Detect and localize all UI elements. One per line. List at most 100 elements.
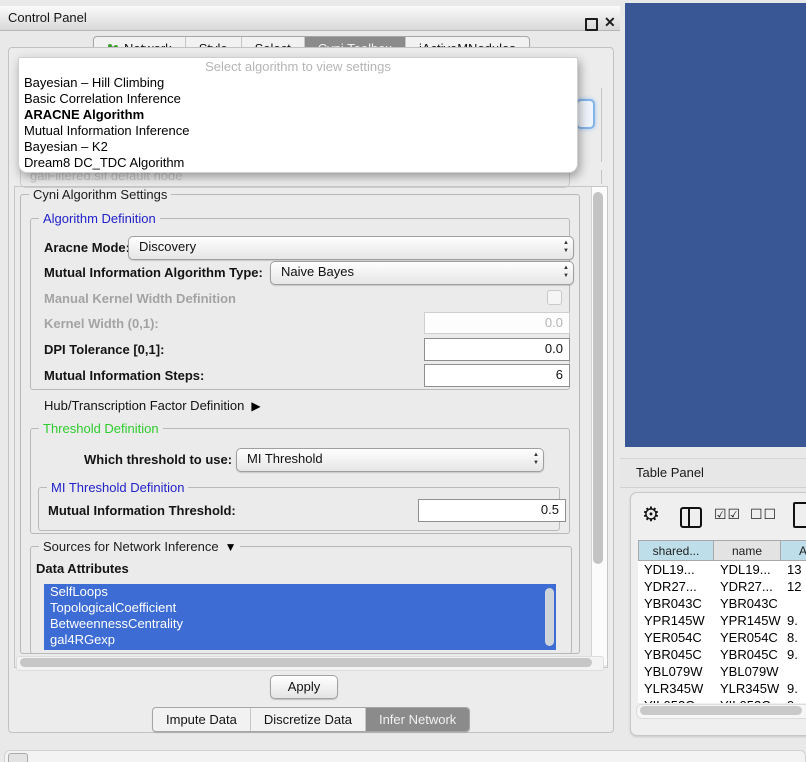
background-group-border [601,88,602,162]
table-cell: 8. [781,629,806,646]
hub-section-label: Hub/Transcription Factor Definition [44,398,244,413]
sources-title: Sources for Network Inference [43,539,219,554]
table-cell: YIL052C [638,697,714,703]
manual-kernel-width-checkbox[interactable] [547,290,562,305]
table-cell: YBL079W [638,663,714,680]
table-row[interactable]: YDL19...YDL19...13 [638,561,806,578]
deselect-all-icon[interactable]: ☐☐ [750,506,777,523]
aracne-mode-value: Discovery [139,239,196,254]
tab-label: Infer Network [379,708,456,731]
dpi-tolerance-input[interactable]: 0.0 [424,338,570,361]
column-visibility-icon[interactable] [680,507,702,528]
kernel-width-input[interactable]: 0.0 [424,312,570,334]
algorithm-option-mutual-information-inference[interactable]: Mutual Information Inference [19,123,577,139]
table-cell: YPR145W [714,612,781,629]
table-cell: YBR043C [638,595,714,612]
float-panel-icon[interactable] [585,18,598,31]
table-cell: YDR27... [714,578,781,595]
table-row[interactable]: YBR045CYBR045C9. [638,646,806,663]
table-cell: 9. [781,680,806,697]
aracne-mode-select[interactable]: Discovery ▲▼ [128,236,574,260]
table-row[interactable]: YBL079WYBL079W [638,663,806,680]
algorithm-option-list: Bayesian – Hill ClimbingBasic Correlatio… [19,75,577,171]
table-cell: 9. [781,646,806,663]
select-all-icon[interactable]: ☑☑ [714,506,741,523]
algorithm-option-dream8-dc-tdc-algorithm[interactable]: Dream8 DC_TDC Algorithm [19,155,577,171]
hub-section-toggle[interactable]: Hub/Transcription Factor Definition ▶ [44,398,261,413]
attribute-item-topologicalcoefficient[interactable]: TopologicalCoefficient [44,600,556,616]
table-header-row: shared...nameA [638,540,806,561]
table-row[interactable]: YLR345WYLR345W9. [638,680,806,697]
expanded-arrow-icon: ▼ [225,540,237,554]
table-cell: YLR345W [714,680,781,697]
group-title: MI Threshold Definition [47,480,188,495]
tab-infer-network[interactable]: Infer Network [365,708,469,731]
attribute-item-gal4rgexp[interactable]: gal4RGexp [44,632,556,648]
table-cell: YBL079W [714,663,781,680]
mi-steps-label: Mutual Information Steps: [44,368,204,383]
which-threshold-label: Which threshold to use: [84,452,232,467]
table-row[interactable]: YDR27...YDR27...12 [638,578,806,595]
attribute-item-selfloops[interactable]: SelfLoops [44,584,556,600]
table-cell: 9. [781,612,806,629]
algorithm-option-bayesian-hill-climbing[interactable]: Bayesian – Hill Climbing [19,75,577,91]
data-attributes-list[interactable]: SelfLoopsTopologicalCoefficientBetweenne… [44,584,556,650]
table-cell: YBR043C [714,595,781,612]
table-body: YDL19...YDL19...13YDR27...YDR27...12YBR0… [638,561,806,703]
collapsed-panel-tab[interactable] [8,753,28,762]
column-header-name[interactable]: name [714,540,781,561]
which-threshold-select[interactable]: MI Threshold ▲▼ [236,448,544,472]
sources-toggle[interactable]: Sources for Network Inference ▼ [39,539,240,554]
bottom-panel-edge [4,750,806,762]
mi-threshold-input[interactable]: 0.5 [418,499,566,522]
table-cell [781,663,806,680]
attributes-scrollbar-thumb[interactable] [545,588,554,646]
table-row[interactable]: YBR043CYBR043C [638,595,806,612]
tab-discretize-data[interactable]: Discretize Data [250,708,365,731]
mi-algorithm-type-select[interactable]: Naive Bayes ▲▼ [270,261,574,285]
table-cell: 13 [781,561,806,578]
algorithm-dropdown-popup: Select algorithm to view settings Bayesi… [18,57,578,173]
algorithm-option-bayesian-k2[interactable]: Bayesian – K2 [19,139,577,155]
mi-algorithm-type-label: Mutual Information Algorithm Type: [44,265,263,280]
table-row[interactable]: YPR145WYPR145W9. [638,612,806,629]
attribute-item-betweennesscentrality[interactable]: BetweennessCentrality [44,616,556,632]
table-cell: YER054C [714,629,781,646]
horizontal-scrollbar-thumb[interactable] [20,658,592,667]
close-panel-icon[interactable]: ✕ [604,10,616,34]
vertical-scrollbar-thumb[interactable] [593,192,603,564]
table-cell: YER054C [638,629,714,646]
table-horizontal-scrollbar-thumb[interactable] [640,706,802,715]
dpi-tolerance-label: DPI Tolerance [0,1]: [44,342,164,357]
mi-algorithm-type-value: Naive Bayes [281,264,354,279]
stepper-arrows-icon: ▲▼ [563,239,569,255]
panel-title: Control Panel [8,6,87,30]
export-table-icon[interactable] [793,502,806,528]
table-cell: 12 [781,578,806,595]
background-group-border [601,170,602,184]
manual-kernel-width-label: Manual Kernel Width Definition [44,291,236,306]
column-header-shared[interactable]: shared... [638,540,714,561]
table-panel-title: Table Panel [636,459,704,487]
algorithm-option-basic-correlation-inference[interactable]: Basic Correlation Inference [19,91,577,107]
apply-button[interactable]: Apply [270,675,338,699]
table-cell: YIL052C [714,697,781,703]
table-cell: YBR045C [638,646,714,663]
table-cell: YDL19... [714,561,781,578]
table-settings-gear-icon[interactable]: ⚙ [642,503,660,527]
column-header-a[interactable]: A [781,540,806,561]
aracne-mode-label: Aracne Mode: [44,240,130,255]
algorithm-dropdown-placeholder: Select algorithm to view settings [19,58,577,75]
table-row[interactable]: YIL052CYIL052C9 [638,697,806,703]
table-cell [781,595,806,612]
control-panel-titlebar: Control Panel ✕ [0,6,620,31]
table-cell: YPR145W [638,612,714,629]
tab-impute-data[interactable]: Impute Data [153,708,250,731]
mi-steps-input[interactable]: 6 [424,364,570,387]
algorithm-option-aracne-algorithm[interactable]: ARACNE Algorithm [19,107,577,123]
table-row[interactable]: YER054CYER054C8. [638,629,806,646]
collapsed-arrow-icon: ▶ [251,399,260,413]
table-cell: YDR27... [638,578,714,595]
group-title: Algorithm Definition [39,211,160,226]
data-attributes-label: Data Attributes [36,561,129,576]
